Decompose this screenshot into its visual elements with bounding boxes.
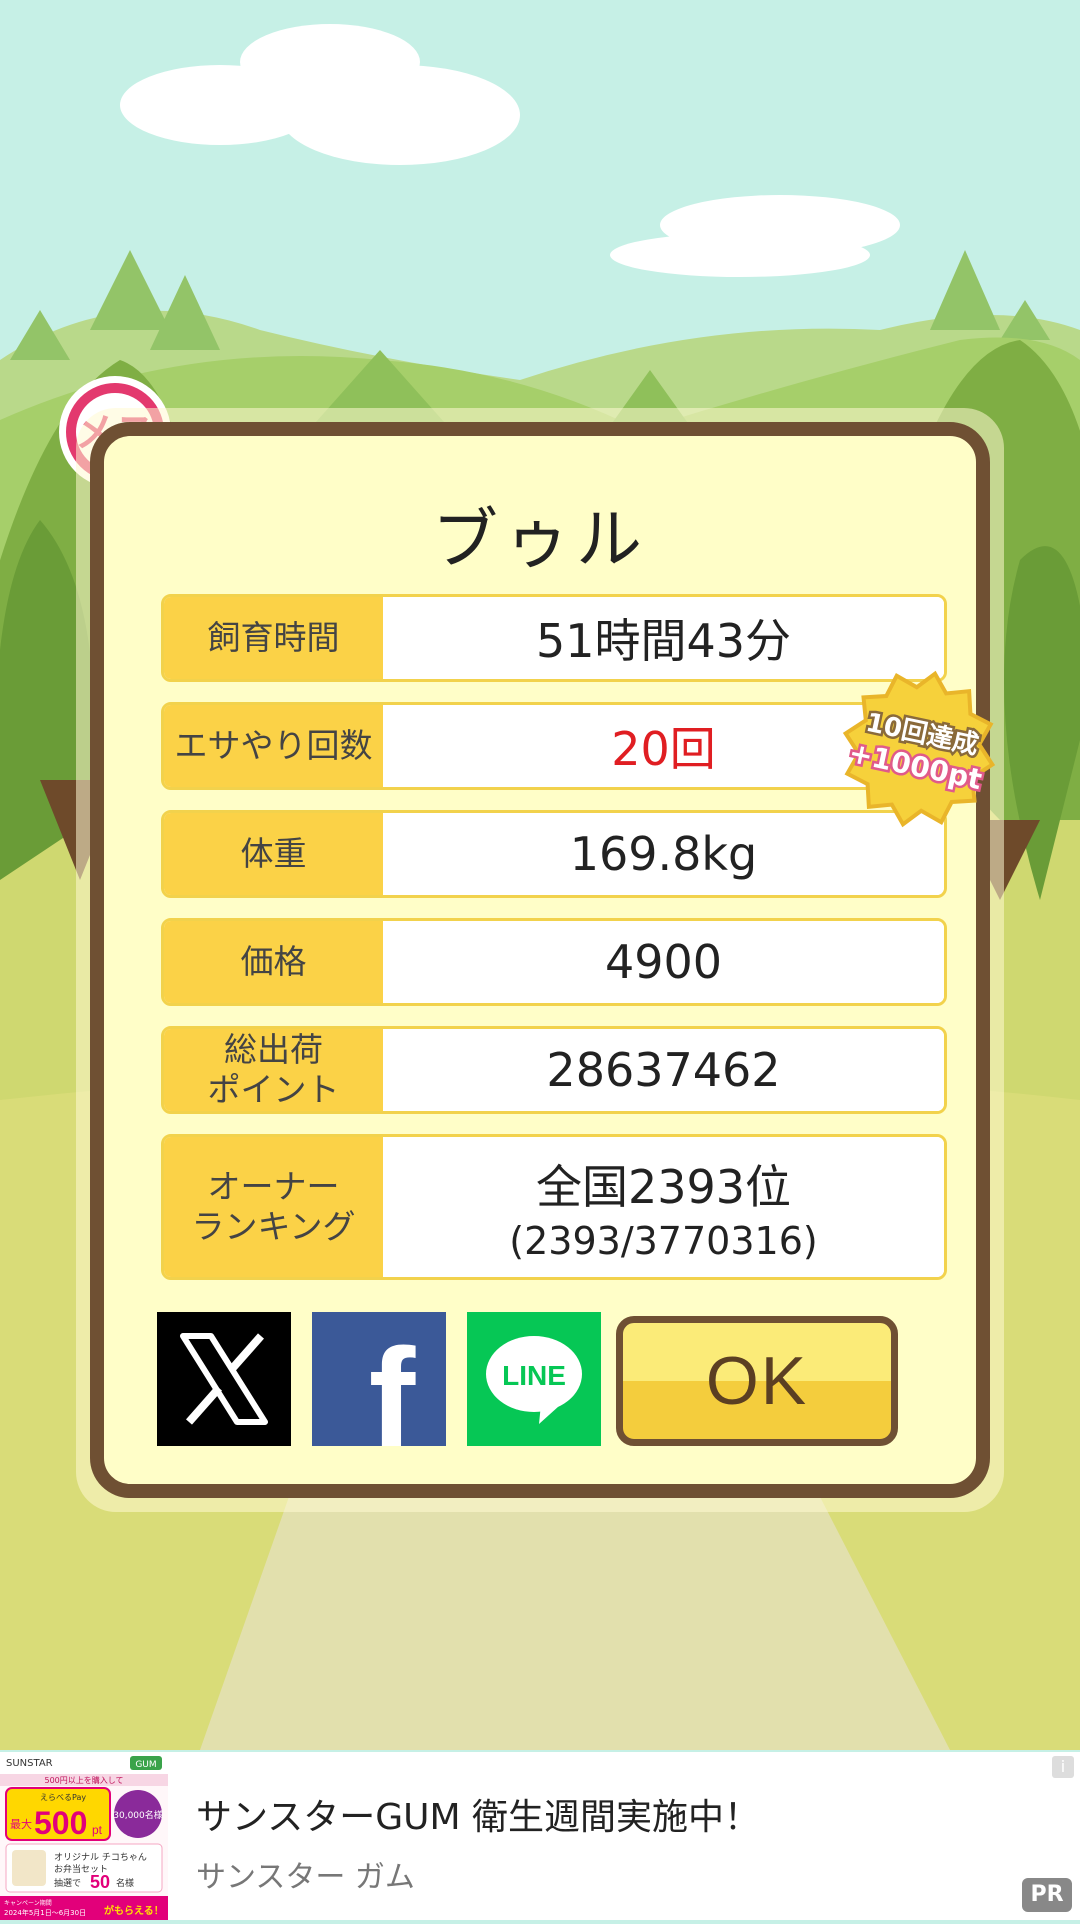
ad-banner[interactable]: SUNSTAR GUM 500円以上を購入して えらべるPay 最大 500 p… [0, 1752, 1080, 1920]
ad-image[interactable]: SUNSTAR GUM 500円以上を購入して えらべるPay 最大 500 p… [0, 1752, 168, 1920]
ranking-national: 全国2393位 [535, 1160, 792, 1214]
ad-title[interactable]: サンスターGUM 衛生週間実施中！ [196, 1788, 760, 1840]
facebook-logo-icon: f [312, 1312, 446, 1446]
line-glyph: LINE [502, 1360, 566, 1391]
stat-label: オーナー ランキング [164, 1137, 383, 1277]
ok-button[interactable]: OK [616, 1316, 898, 1446]
stat-label: 飼育時間 [164, 597, 383, 679]
stat-row-raising-time: 飼育時間 51時間43分 [161, 594, 947, 682]
svg-text:pt: pt [92, 1823, 103, 1837]
ad-info-icon[interactable]: i [1052, 1756, 1074, 1778]
svg-text:2024年5月1日〜6月30日: 2024年5月1日〜6月30日 [4, 1908, 86, 1917]
stat-value: 4900 [383, 921, 944, 1003]
ad-advertiser[interactable]: サンスター ガム [196, 1852, 415, 1896]
stat-label: エサやり回数 [164, 705, 383, 787]
stat-row-feeding-count: エサやり回数 20回 [161, 702, 947, 790]
stat-label: 総出荷 ポイント [164, 1029, 383, 1111]
facebook-glyph: f [369, 1319, 416, 1446]
stat-row-total-shipping-points: 総出荷 ポイント 28637462 [161, 1026, 947, 1114]
stat-row-price: 価格 4900 [161, 918, 947, 1006]
achievement-badge: 10回達成 +1000pt [834, 664, 1004, 834]
ad-pr-badge: PR [1022, 1878, 1072, 1912]
svg-text:最大: 最大 [10, 1817, 32, 1831]
pig-name: ブゥル [432, 501, 648, 578]
stat-row-weight: 体重 169.8kg [161, 810, 947, 898]
pig-status-dialog: ブゥル 飼育時間 51時間43分 エサやり回数 20回 体重 169.8kg 価… [90, 422, 996, 1498]
stat-value: 28637462 [383, 1029, 944, 1111]
stat-label: 価格 [164, 921, 383, 1003]
x-logo-icon [157, 1312, 291, 1446]
share-line-button[interactable]: LINE [467, 1312, 601, 1446]
stat-label: 体重 [164, 813, 383, 895]
ranking-value: 全国2393位 (2393/3770316) [383, 1137, 944, 1277]
line-logo-icon: LINE [467, 1312, 601, 1446]
svg-text:30,000名様: 30,000名様 [113, 1809, 163, 1821]
svg-text:えらべるPay: えらべるPay [40, 1793, 86, 1802]
svg-text:抽選で: 抽選で [54, 1877, 81, 1889]
svg-text:名様: 名様 [116, 1877, 134, 1889]
svg-text:500: 500 [34, 1805, 87, 1841]
svg-text:SUNSTAR: SUNSTAR [6, 1758, 53, 1769]
svg-text:がもらえる！: がもらえる！ [104, 1904, 164, 1917]
ranking-detail: (2393/3770316) [509, 1219, 818, 1263]
share-x-button[interactable] [157, 1312, 291, 1446]
svg-text:50: 50 [90, 1872, 110, 1892]
svg-text:500円以上を購入して: 500円以上を購入して [44, 1775, 123, 1785]
svg-text:オリジナル チコちゃん: オリジナル チコちゃん [54, 1852, 147, 1863]
stat-row-owner-ranking: オーナー ランキング 全国2393位 (2393/3770316) [161, 1134, 947, 1280]
share-facebook-button[interactable]: f [312, 1312, 446, 1446]
svg-text:GUM: GUM [135, 1760, 156, 1770]
svg-text:キャンペーン期間: キャンペーン期間 [4, 1899, 52, 1907]
